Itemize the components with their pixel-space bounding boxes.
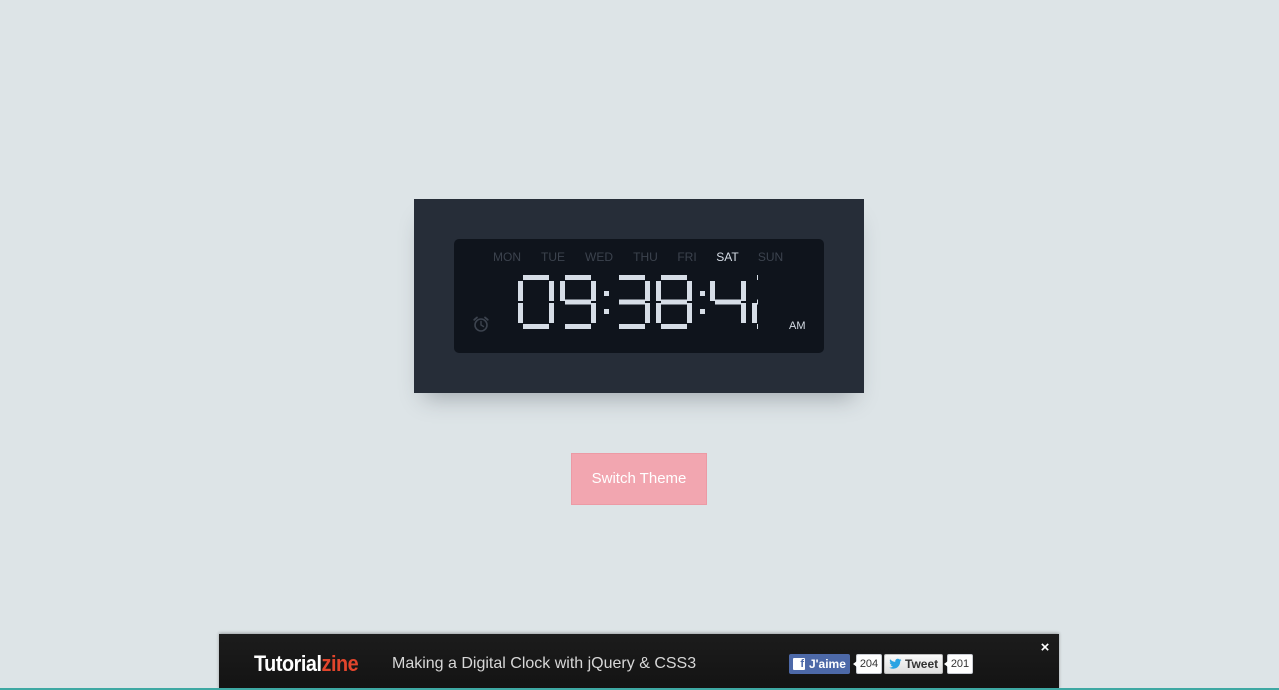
- segment-c: [645, 303, 650, 323]
- weekday-sun: SUN: [757, 250, 784, 264]
- segment-e: [752, 303, 757, 323]
- colon-dot-bottom: [604, 309, 609, 314]
- segment-a: [757, 275, 758, 280]
- segment-c: [549, 303, 554, 323]
- tweet-button[interactable]: Tweet: [884, 654, 943, 674]
- weekday-row: MON TUE WED THU FRI SAT SUN: [484, 250, 791, 264]
- segment-c: [687, 303, 692, 323]
- segment-b: [549, 281, 554, 301]
- segment-d: [661, 324, 687, 329]
- clock-frame: MON TUE WED THU FRI SAT SUN AM: [414, 199, 864, 393]
- segment-b: [741, 281, 746, 301]
- segment-g: [619, 299, 645, 305]
- tutorialzine-logo[interactable]: Tutorialzine: [254, 651, 359, 677]
- clock-display: MON TUE WED THU FRI SAT SUN AM: [454, 239, 824, 353]
- promo-title[interactable]: Making a Digital Clock with jQuery & CSS…: [392, 654, 696, 674]
- segment-f: [710, 281, 715, 301]
- clock-digit-2: [619, 275, 650, 329]
- facebook-like-button[interactable]: f J'aime: [789, 654, 850, 674]
- promo-bar: Tutorialzine Making a Digital Clock with…: [219, 634, 1059, 690]
- weekday-fri: FRI: [677, 250, 697, 264]
- tweet-label: Tweet: [905, 657, 939, 671]
- colon-dot-top: [700, 291, 705, 296]
- segment-a: [565, 275, 591, 280]
- segment-b: [591, 281, 596, 301]
- segment-g: [565, 299, 591, 305]
- segment-f: [560, 281, 565, 301]
- segment-a: [523, 275, 549, 280]
- weekday-tue: TUE: [541, 250, 565, 264]
- clock-digit-5: [752, 275, 758, 329]
- weekday-mon: MON: [493, 250, 521, 264]
- tweet-count: 201: [944, 654, 973, 674]
- facebook-like-label: J'aime: [809, 657, 846, 671]
- logo-text-part1: Tutorial: [254, 651, 322, 676]
- colon-dot-bottom: [700, 309, 705, 314]
- segment-g: [661, 299, 687, 305]
- segment-g: [715, 299, 741, 305]
- segment-d: [619, 324, 645, 329]
- segment-a: [619, 275, 645, 280]
- weekday-thu: THU: [633, 250, 658, 264]
- segment-a: [661, 275, 687, 280]
- weekday-sat: SAT: [716, 250, 739, 264]
- segment-f: [656, 281, 661, 301]
- segment-b: [645, 281, 650, 301]
- segment-c: [591, 303, 596, 323]
- colon-dot-top: [604, 291, 609, 296]
- close-promo-button[interactable]: ×: [1039, 640, 1051, 655]
- segment-e: [518, 303, 523, 323]
- clock-time-digits: [518, 275, 758, 329]
- clock-digit-3: [656, 275, 692, 329]
- clock-colon-1: [700, 291, 705, 314]
- twitter-bird-icon: [889, 658, 902, 669]
- segment-d: [523, 324, 549, 329]
- segment-g: [757, 299, 758, 305]
- clock-colon-0: [604, 291, 609, 314]
- weekday-wed: WED: [585, 250, 613, 264]
- segment-d: [565, 324, 591, 329]
- segment-d: [757, 324, 758, 329]
- clock-digit-1: [560, 275, 596, 329]
- segment-f: [518, 281, 523, 301]
- segment-e: [656, 303, 661, 323]
- segment-b: [687, 281, 692, 301]
- switch-theme-button[interactable]: Switch Theme: [571, 453, 707, 505]
- ampm-indicator: AM: [789, 320, 806, 332]
- facebook-icon: f: [793, 658, 805, 670]
- alarm-clock-icon: [473, 316, 489, 332]
- segment-c: [741, 303, 746, 323]
- clock-digit-0: [518, 275, 554, 329]
- clock-digit-4: [710, 281, 746, 323]
- logo-text-part2: zine: [321, 651, 359, 676]
- facebook-like-count: 204: [853, 654, 882, 674]
